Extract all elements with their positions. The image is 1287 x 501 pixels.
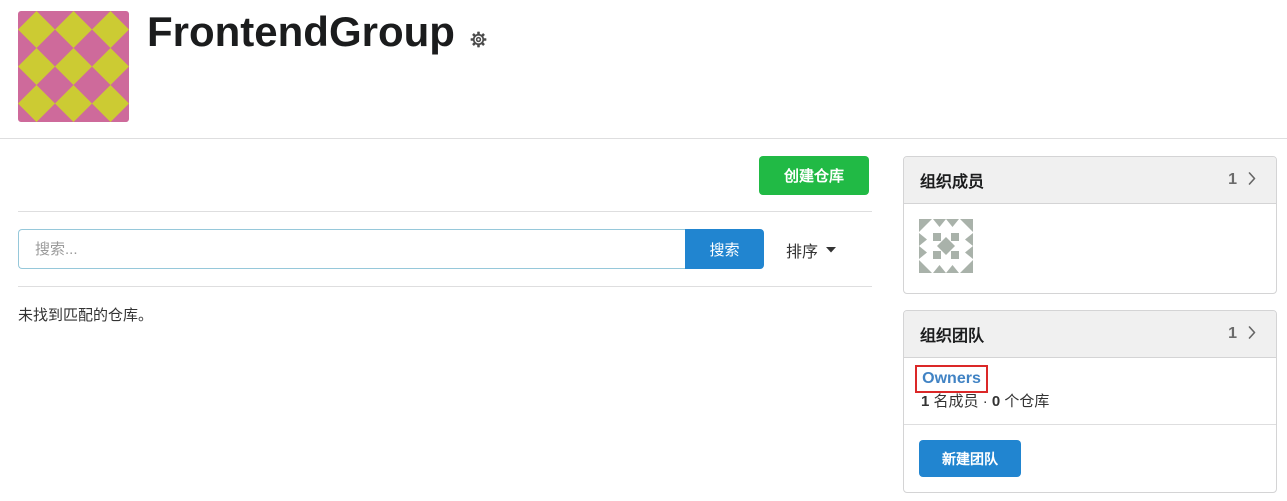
search-input[interactable] (18, 229, 685, 269)
team-member-label: 名成员 (933, 393, 979, 410)
caret-down-icon (826, 247, 837, 253)
new-team-button[interactable]: 新建团队 (919, 440, 1021, 477)
team-info-separator: · (982, 393, 988, 410)
teams-card-title: 组织团队 (920, 328, 985, 345)
team-info: 1 名成员 · 0 个仓库 (921, 393, 1049, 411)
search-divider (18, 286, 872, 287)
teams-count: 1 (1228, 325, 1237, 342)
member-avatar[interactable] (919, 219, 973, 273)
sort-label: 排序 (786, 244, 819, 261)
teams-count-link[interactable]: 1 (1228, 325, 1256, 343)
sort-dropdown[interactable]: 排序 (786, 240, 842, 261)
empty-repo-message: 未找到匹配的仓库。 (18, 307, 154, 324)
team-repo-label: 个仓库 (1004, 393, 1050, 410)
members-card: 组织成员 1 (903, 156, 1277, 294)
create-repo-button[interactable]: 创建仓库 (759, 156, 869, 195)
toolbar-divider (18, 211, 872, 212)
chevron-right-icon (1248, 326, 1256, 342)
members-count-link[interactable]: 1 (1228, 171, 1256, 189)
members-card-title: 组织成员 (920, 174, 985, 191)
chevron-right-icon (1248, 172, 1256, 188)
team-link-owners[interactable]: Owners (915, 365, 988, 393)
search-button[interactable]: 搜索 (685, 229, 764, 269)
gear-icon[interactable] (470, 31, 487, 48)
org-title: FrontendGroup (147, 8, 455, 55)
teams-card-divider (904, 424, 1276, 425)
teams-card: 组织团队 1 Owners 1 名成员 · 0 个仓库 新建团队 (903, 310, 1277, 493)
members-count: 1 (1228, 171, 1237, 188)
members-card-header: 组织成员 1 (904, 157, 1276, 204)
teams-card-header: 组织团队 1 (904, 311, 1276, 358)
team-member-count: 1 (921, 393, 930, 410)
header-divider (0, 138, 1287, 139)
team-repo-count: 0 (991, 393, 1001, 410)
org-avatar (18, 11, 129, 122)
